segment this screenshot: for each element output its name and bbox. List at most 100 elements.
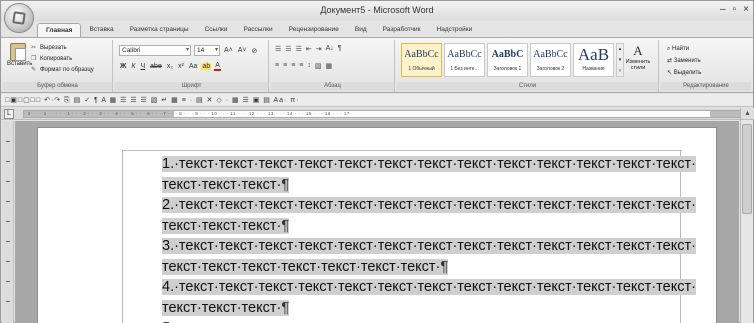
- ruler-tick: [6, 221, 10, 222]
- bold-button[interactable]: Ж: [119, 63, 127, 70]
- tab-mailings[interactable]: Рассылки: [235, 23, 280, 37]
- justify-icon[interactable]: ≡: [299, 62, 303, 70]
- align-right-icon[interactable]: ≡: [291, 62, 295, 70]
- office-button[interactable]: [4, 3, 34, 33]
- document-workspace: 1.·текст·текст·текст·текст·текст·текст·т…: [15, 121, 739, 323]
- ruler-tick: [6, 301, 10, 302]
- line-text: текст·текст·текст·текст·текст·текст·текс…: [162, 258, 441, 275]
- tab-page-layout[interactable]: Разметка страницы: [122, 23, 197, 37]
- document-page[interactable]: 1.·текст·текст·текст·текст·текст·текст·т…: [37, 127, 717, 323]
- horizontal-ruler[interactable]: · 2 · · · 1 · · · · · 1 · · · 2 · · · 3 …: [23, 110, 741, 118]
- style-no-spacing[interactable]: AaBbCc 1 Без инте...: [444, 43, 485, 77]
- replace-label: Заменить: [673, 58, 701, 64]
- style-heading-2[interactable]: AaBbCc Заголовок 2: [530, 43, 571, 77]
- numbering-icon[interactable]: ☰: [285, 45, 291, 53]
- text-boundary-left: [122, 150, 123, 323]
- line-text: 4.·текст·текст·текст·текст·текст·текст·т…: [162, 279, 696, 295]
- quick-access-toolbar[interactable]: □▣□▢□□ ↶·↷ ⎘ ▤ ✓ ¶ A ▦ ☰ ☰ ☰ ▧ ↵ ▦ ≡ · ▤…: [1, 94, 753, 107]
- tab-view[interactable]: Вид: [347, 23, 375, 37]
- shrink-font-button[interactable]: A˅: [237, 47, 248, 54]
- paragraph-line: ¶: [162, 318, 692, 323]
- pilcrow-mark: ¶: [440, 258, 449, 275]
- scroll-thumb[interactable]: [742, 124, 752, 214]
- pilcrow-mark: ¶: [281, 299, 290, 316]
- ruler-tick: [6, 241, 10, 242]
- shading-icon[interactable]: ▧: [315, 62, 322, 70]
- strikethrough-button[interactable]: abe: [149, 63, 163, 70]
- maximize-button[interactable]: ▫: [733, 4, 737, 15]
- style-heading-1[interactable]: AaBbC Заголовок 1: [487, 43, 528, 77]
- change-styles-button[interactable]: A Изменить стили: [624, 43, 652, 71]
- ruler-tick: [6, 281, 10, 282]
- window-controls: – ▫ ×: [720, 4, 749, 15]
- vertical-ruler[interactable]: [2, 121, 14, 323]
- word-window: Документ5 - Microsoft Word – ▫ × Главная…: [0, 0, 754, 323]
- line-text: текст·текст·текст·: [162, 176, 282, 193]
- subscript-button[interactable]: x₂: [166, 63, 174, 70]
- tab-review[interactable]: Рецензирование: [281, 23, 347, 37]
- paragraph-line: 1.·текст·текст·текст·текст·текст·текст·т…: [162, 154, 696, 175]
- tab-home[interactable]: Главная: [37, 23, 82, 37]
- styles-scroll[interactable]: ▴ ▾ ▿: [616, 43, 624, 77]
- clipboard-icon: [10, 43, 26, 61]
- align-center-icon[interactable]: ≡: [283, 62, 287, 70]
- change-styles-icon: A: [633, 43, 643, 58]
- scroll-up-icon[interactable]: ▲: [741, 108, 754, 120]
- italic-button[interactable]: К: [130, 63, 136, 70]
- borders-icon[interactable]: ▦: [326, 62, 333, 70]
- align-left-icon[interactable]: ≡: [275, 62, 279, 70]
- increase-indent-icon[interactable]: ⇥: [316, 45, 322, 53]
- format-painter-button[interactable]: ✎ Формат по образцу: [31, 65, 94, 76]
- ruler-tick: [6, 161, 10, 162]
- tab-developer[interactable]: Разработчик: [375, 23, 429, 37]
- paragraph-group-label: Абзац: [271, 82, 394, 91]
- pilcrow-mark: ¶: [281, 217, 290, 234]
- tab-insert[interactable]: Вставка: [81, 23, 121, 37]
- style-title[interactable]: AaB Название: [573, 43, 614, 77]
- paste-button[interactable]: Вставить: [7, 43, 33, 77]
- highlight-button[interactable]: ab: [201, 63, 212, 70]
- select-button[interactable]: ↖ Выделить: [667, 67, 701, 79]
- ribbon: Вставить ✂ Вырезать ❐ Копировать ✎ Формат п…: [1, 37, 753, 93]
- bullets-icon[interactable]: ☰: [275, 45, 281, 53]
- replace-button[interactable]: ⇄ Заменить: [667, 55, 701, 67]
- multilevel-icon[interactable]: ☰: [296, 45, 302, 53]
- document-body[interactable]: 1.·текст·текст·текст·текст·текст·текст·т…: [162, 154, 696, 323]
- change-case-button[interactable]: Aa: [188, 63, 199, 70]
- tab-references[interactable]: Ссылки: [197, 23, 236, 37]
- font-row-1: Calibri 14 A˄ A˅ ⊘: [119, 45, 258, 56]
- clear-format-button[interactable]: ⊘: [251, 47, 259, 55]
- line-text: 3.·текст·текст·текст·текст·текст·текст·т…: [162, 238, 696, 254]
- minimize-button[interactable]: –: [720, 4, 726, 15]
- line-text: 2.·текст·текст·текст·текст·текст·текст·т…: [162, 197, 696, 213]
- paragraph-line: текст·текст·текст·¶: [162, 216, 692, 237]
- font-size-select[interactable]: 14: [194, 45, 220, 56]
- cut-button[interactable]: ✂ Вырезать: [31, 43, 94, 54]
- paragraph-row-2: ≡ ≡ ≡ ≡ ↕ ▧ ▦: [275, 62, 332, 70]
- grow-font-button[interactable]: A˄: [223, 47, 234, 54]
- style-normal[interactable]: AaBbCc 1 Обычный: [401, 43, 442, 77]
- sort-icon[interactable]: A↓: [326, 45, 334, 53]
- line-spacing-icon[interactable]: ↕: [307, 62, 311, 70]
- underline-button[interactable]: Ч: [139, 63, 146, 70]
- find-button[interactable]: ⌕ Найти: [667, 43, 701, 55]
- ruler-tick: [6, 261, 10, 262]
- clipboard-actions: ✂ Вырезать ❐ Копировать ✎ Формат по образцу: [31, 43, 94, 76]
- show-marks-icon[interactable]: ¶: [338, 45, 342, 53]
- ruler-tick: [6, 181, 10, 182]
- font-color-button[interactable]: A: [214, 62, 221, 71]
- style-caption: Заголовок 2: [536, 66, 565, 72]
- format-painter-label: Формат по образцу: [40, 67, 94, 73]
- styles-group: AaBbCc 1 Обычный AaBbCc 1 Без инте... Aa…: [397, 40, 659, 92]
- decrease-indent-icon[interactable]: ⇤: [306, 45, 312, 53]
- close-button[interactable]: ×: [743, 4, 749, 15]
- superscript-button[interactable]: x²: [177, 63, 185, 70]
- ruler-row: L · 2 · · · 1 · · · · · 1 · · · 2 · · · …: [1, 108, 753, 120]
- copy-button[interactable]: ❐ Копировать: [31, 54, 94, 65]
- tab-addins[interactable]: Надстройки: [429, 23, 481, 37]
- vertical-scrollbar[interactable]: ▲: [740, 108, 754, 323]
- paste-label: Вставить: [7, 61, 33, 67]
- style-sample: AaBbCc: [533, 49, 568, 60]
- tab-selector[interactable]: L: [4, 109, 14, 119]
- font-name-select[interactable]: Calibri: [119, 45, 191, 56]
